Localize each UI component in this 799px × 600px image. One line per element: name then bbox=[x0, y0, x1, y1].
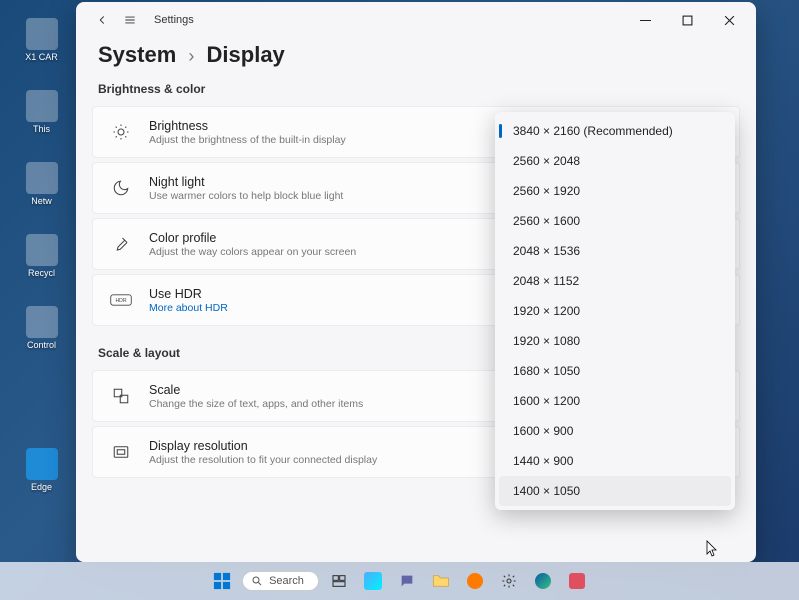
close-button[interactable] bbox=[708, 5, 750, 35]
desktop-icon[interactable]: Control bbox=[14, 306, 69, 350]
desktop-icon[interactable]: Netw bbox=[14, 162, 69, 206]
breadcrumb: System › Display bbox=[76, 38, 756, 76]
desktop-icon[interactable]: This bbox=[14, 90, 69, 134]
app-title: Settings bbox=[154, 14, 194, 26]
resolution-option[interactable]: 1440 × 900 bbox=[495, 446, 735, 476]
chevron-right-icon: › bbox=[188, 46, 194, 66]
resolution-option[interactable]: 3840 × 2160 (Recommended) bbox=[495, 116, 735, 146]
taskbar: Search bbox=[0, 562, 799, 600]
taskbar-search[interactable]: Search bbox=[242, 571, 319, 591]
taskbar-app-edge[interactable] bbox=[529, 567, 557, 595]
breadcrumb-current: Display bbox=[207, 42, 285, 67]
resolution-icon bbox=[107, 438, 135, 466]
brightness-icon bbox=[107, 118, 135, 146]
eyedropper-icon bbox=[107, 230, 135, 258]
search-icon bbox=[251, 575, 263, 587]
hdr-icon: HDR bbox=[107, 286, 135, 314]
resolution-option[interactable]: 1600 × 1200 bbox=[495, 386, 735, 416]
folder-icon bbox=[26, 18, 58, 50]
taskbar-app-chat[interactable] bbox=[393, 567, 421, 595]
resolution-option[interactable]: 1680 × 1050 bbox=[495, 356, 735, 386]
taskbar-app-settings[interactable] bbox=[495, 567, 523, 595]
back-button[interactable] bbox=[88, 6, 116, 34]
resolution-option[interactable]: 2560 × 2048 bbox=[495, 146, 735, 176]
resolution-option[interactable]: 1400 × 1050 bbox=[499, 476, 731, 506]
svg-text:HDR: HDR bbox=[115, 298, 126, 304]
recycle-bin-icon bbox=[26, 234, 58, 266]
taskbar-app-widgets[interactable] bbox=[359, 567, 387, 595]
menu-button[interactable] bbox=[116, 6, 144, 34]
taskbar-app-media[interactable] bbox=[461, 567, 489, 595]
minimize-button[interactable] bbox=[624, 5, 666, 35]
control-panel-icon bbox=[26, 306, 58, 338]
breadcrumb-parent[interactable]: System bbox=[98, 42, 176, 67]
desktop-icon[interactable]: Edge bbox=[14, 448, 69, 492]
resolution-option[interactable]: 2560 × 1920 bbox=[495, 176, 735, 206]
taskbar-app-more[interactable] bbox=[563, 567, 591, 595]
start-button[interactable] bbox=[208, 567, 236, 595]
resolution-option[interactable]: 2560 × 1600 bbox=[495, 206, 735, 236]
scale-icon bbox=[107, 382, 135, 410]
resolution-option[interactable]: 2048 × 1536 bbox=[495, 236, 735, 266]
desktop-icon[interactable]: X1 CAR bbox=[14, 18, 69, 62]
network-icon bbox=[26, 162, 58, 194]
titlebar: Settings bbox=[76, 2, 756, 38]
search-label: Search bbox=[269, 575, 304, 587]
resolution-option[interactable]: 2048 × 1152 bbox=[495, 266, 735, 296]
resolution-option[interactable]: 1920 × 1080 bbox=[495, 326, 735, 356]
edge-icon bbox=[26, 448, 58, 480]
resolution-option[interactable]: 1920 × 1200 bbox=[495, 296, 735, 326]
resolution-dropdown[interactable]: 3840 × 2160 (Recommended)2560 × 20482560… bbox=[495, 112, 735, 510]
pc-icon bbox=[26, 90, 58, 122]
maximize-button[interactable] bbox=[666, 5, 708, 35]
task-view-button[interactable] bbox=[325, 567, 353, 595]
taskbar-app-explorer[interactable] bbox=[427, 567, 455, 595]
section-title-brightness-color: Brightness & color bbox=[76, 76, 756, 106]
desktop-icon[interactable]: Recycl bbox=[14, 234, 69, 278]
resolution-option[interactable]: 1600 × 900 bbox=[495, 416, 735, 446]
night-light-icon bbox=[107, 174, 135, 202]
